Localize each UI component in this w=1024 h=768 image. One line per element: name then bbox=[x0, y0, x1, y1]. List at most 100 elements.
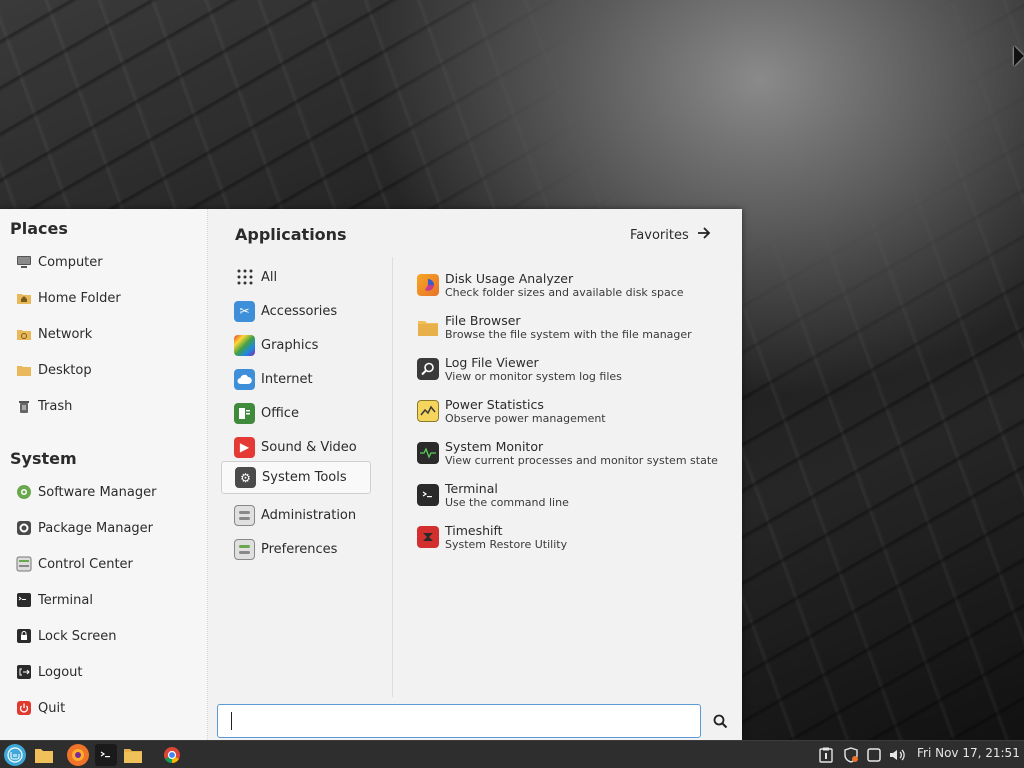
system-item-logout[interactable]: Logout bbox=[16, 660, 196, 684]
category-administration[interactable]: Administration bbox=[221, 499, 371, 531]
app-file-browser[interactable]: File Browser Browse the file system with… bbox=[417, 308, 727, 346]
power-stats-icon bbox=[417, 400, 439, 422]
grid-icon bbox=[234, 267, 255, 288]
mouse-cursor-icon bbox=[1014, 46, 1024, 66]
package-manager-icon bbox=[16, 520, 32, 536]
magnifier-icon bbox=[417, 358, 439, 380]
app-description: Use the command line bbox=[445, 495, 569, 509]
app-system-monitor[interactable]: System Monitor View current processes an… bbox=[417, 434, 727, 472]
app-description: View current processes and monitor syste… bbox=[445, 453, 718, 467]
desktop-folder-icon bbox=[16, 362, 32, 378]
system-item-label: Terminal bbox=[38, 592, 93, 608]
terminal-icon bbox=[16, 592, 32, 608]
system-item-lock-screen[interactable]: Lock Screen bbox=[16, 624, 196, 648]
files-icon[interactable] bbox=[122, 744, 144, 766]
administration-icon bbox=[234, 504, 255, 526]
category-label: Accessories bbox=[261, 303, 338, 319]
system-item-control-center[interactable]: Control Center bbox=[16, 552, 196, 576]
places-item-trash[interactable]: Trash bbox=[16, 394, 196, 418]
accessories-icon: ✂ bbox=[234, 300, 255, 322]
app-log-file-viewer[interactable]: Log File Viewer View or monitor system l… bbox=[417, 350, 727, 388]
app-name: Disk Usage Analyzer bbox=[445, 270, 574, 286]
system-item-label: Package Manager bbox=[38, 520, 154, 536]
category-all[interactable]: All bbox=[221, 261, 371, 293]
favorites-button[interactable]: Favorites bbox=[630, 226, 711, 244]
computer-icon bbox=[16, 254, 32, 270]
system-title: System bbox=[10, 449, 77, 468]
places-item-label: Trash bbox=[38, 398, 73, 414]
app-name: System Monitor bbox=[445, 438, 544, 454]
system-monitor-icon bbox=[417, 442, 439, 464]
clipboard-icon[interactable] bbox=[817, 746, 835, 764]
lock-icon bbox=[16, 628, 32, 644]
preferences-icon bbox=[234, 538, 255, 560]
category-label: Graphics bbox=[261, 337, 319, 353]
category-office[interactable]: Office bbox=[221, 397, 371, 429]
category-preferences[interactable]: Preferences bbox=[221, 533, 371, 565]
places-item-desktop[interactable]: Desktop bbox=[16, 358, 196, 382]
network-folder-icon bbox=[16, 326, 32, 342]
app-terminal[interactable]: Terminal Use the command line bbox=[417, 476, 727, 514]
system-item-label: Logout bbox=[38, 664, 83, 680]
logout-icon bbox=[16, 664, 32, 680]
control-center-icon bbox=[16, 556, 32, 572]
places-item-label: Network bbox=[38, 326, 93, 342]
terminal-icon[interactable] bbox=[95, 744, 117, 766]
trash-icon bbox=[16, 398, 32, 414]
places-item-home-folder[interactable]: Home Folder bbox=[16, 286, 196, 310]
category-label: Administration bbox=[261, 507, 357, 523]
search-input[interactable] bbox=[217, 704, 701, 738]
favorites-label: Favorites bbox=[630, 227, 689, 243]
folder-icon[interactable] bbox=[33, 744, 55, 766]
category-label: Preferences bbox=[261, 541, 338, 557]
firefox-icon[interactable] bbox=[67, 744, 89, 766]
system-item-label: Lock Screen bbox=[38, 628, 117, 644]
category-internet[interactable]: Internet bbox=[221, 363, 371, 395]
terminal-icon bbox=[417, 484, 439, 506]
system-item-quit[interactable]: Quit bbox=[16, 696, 196, 720]
category-sound-video[interactable]: ▶ Sound & Video bbox=[221, 431, 371, 463]
shield-update-icon[interactable] bbox=[842, 746, 860, 764]
category-label: System Tools bbox=[262, 470, 347, 485]
app-name: Log File Viewer bbox=[445, 354, 539, 370]
app-disk-usage-analyzer[interactable]: Disk Usage Analyzer Check folder sizes a… bbox=[417, 266, 727, 304]
menu-sidebar: Places Computer Home Folder Network Desk… bbox=[0, 209, 208, 740]
system-item-label: Quit bbox=[38, 700, 66, 716]
text-cursor bbox=[231, 712, 232, 730]
taskbar: Fri Nov 17, 21:51 bbox=[0, 740, 1024, 768]
category-label: Sound & Video bbox=[261, 439, 357, 455]
chrome-icon[interactable] bbox=[161, 744, 183, 766]
system-item-label: Control Center bbox=[38, 556, 133, 572]
mint-menu-icon[interactable] bbox=[4, 744, 26, 766]
app-name: Terminal bbox=[445, 480, 498, 496]
category-divider bbox=[392, 257, 393, 697]
arrow-right-icon bbox=[697, 226, 711, 244]
app-description: System Restore Utility bbox=[445, 537, 568, 551]
office-icon bbox=[234, 402, 255, 424]
power-icon bbox=[16, 700, 32, 716]
notification-icon[interactable] bbox=[865, 746, 883, 764]
places-item-computer[interactable]: Computer bbox=[16, 250, 196, 274]
applications-title: Applications bbox=[235, 225, 347, 244]
volume-icon[interactable] bbox=[889, 746, 907, 764]
app-description: Browse the file system with the file man… bbox=[445, 327, 692, 341]
system-item-terminal[interactable]: Terminal bbox=[16, 588, 196, 612]
places-item-network[interactable]: Network bbox=[16, 322, 196, 346]
system-item-software-manager[interactable]: Software Manager bbox=[16, 480, 196, 504]
app-power-statistics[interactable]: Power Statistics Observe power managemen… bbox=[417, 392, 727, 430]
category-accessories[interactable]: ✂ Accessories bbox=[221, 295, 371, 327]
system-item-package-manager[interactable]: Package Manager bbox=[16, 516, 196, 540]
category-system-tools[interactable]: ⚙ System Tools bbox=[221, 461, 371, 494]
app-timeshift[interactable]: Timeshift System Restore Utility bbox=[417, 518, 727, 556]
taskbar-clock[interactable]: Fri Nov 17, 21:51 bbox=[917, 746, 1020, 760]
places-item-label: Computer bbox=[38, 254, 103, 270]
app-description: Check folder sizes and available disk sp… bbox=[445, 285, 684, 299]
category-label: All bbox=[261, 269, 278, 285]
category-graphics[interactable]: Graphics bbox=[221, 329, 371, 361]
app-description: Observe power management bbox=[445, 411, 606, 425]
system-tools-gear-icon: ⚙ bbox=[235, 467, 256, 488]
app-description: View or monitor system log files bbox=[445, 369, 622, 383]
search-icon[interactable] bbox=[710, 711, 730, 731]
home-folder-icon bbox=[16, 290, 32, 306]
graphics-icon bbox=[234, 334, 255, 356]
